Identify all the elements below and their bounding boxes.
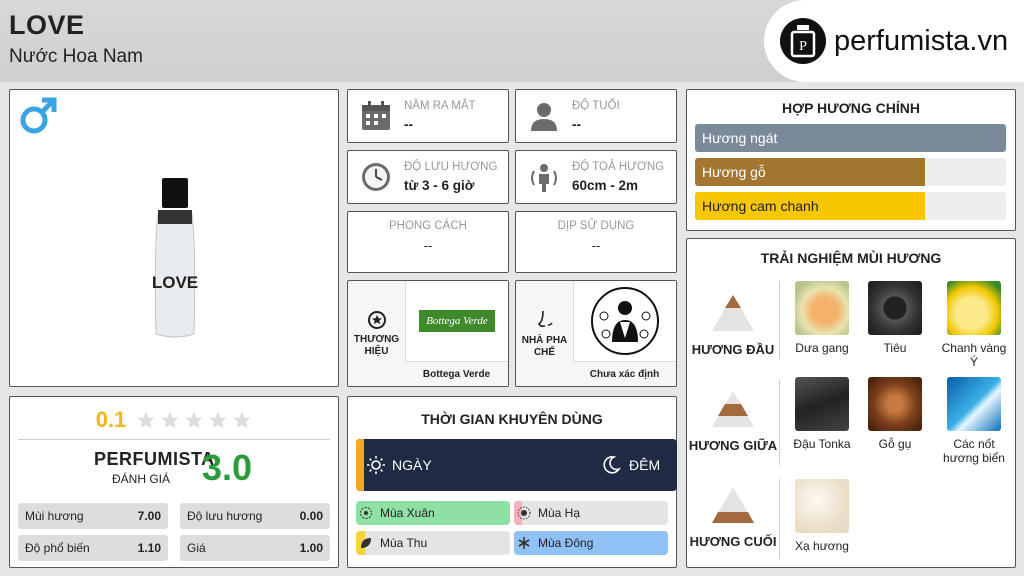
sillage-label: ĐỘ TOẢ HƯƠNG xyxy=(572,161,665,173)
sillage-icon xyxy=(528,161,560,198)
male-icon xyxy=(18,96,58,141)
age-value: -- xyxy=(572,117,581,132)
brand-label: THƯƠNG HIỆU xyxy=(353,333,400,357)
user-rating-value: 0.1 xyxy=(95,407,127,432)
perfumista-label: PERFUMISTA xyxy=(94,449,215,469)
note-item[interactable]: Các nốt hương biển xyxy=(939,377,1009,465)
perfume-bottle-logo-icon: P xyxy=(780,18,826,64)
logo-text: perfumista.vn xyxy=(834,24,1009,57)
metric-scent: Mùi hương 7.00 xyxy=(18,503,168,529)
tier-base: HƯƠNG CUỐI xyxy=(687,485,779,549)
product-bottle-image: LOVE xyxy=(150,176,200,346)
perfumer-label: NHÀ PHA CHẾ xyxy=(521,334,568,358)
rating-card: 0.1 PERFUMISTA ĐÁNH GIÁ 3.0 Mùi hương 7.0… xyxy=(9,396,339,568)
year-label: NĂM RA MẮT xyxy=(404,100,476,112)
user-rating: 0.1 xyxy=(10,407,338,433)
night-label: ĐÊM xyxy=(629,457,661,473)
flower-icon xyxy=(356,501,376,525)
accords-title: HỢP HƯƠNG CHÍNH xyxy=(782,100,920,116)
leaf-icon xyxy=(356,531,376,555)
info-age: ĐỘ TUỔI -- xyxy=(515,89,677,143)
clock-icon xyxy=(360,161,392,198)
sun-icon xyxy=(367,456,385,474)
product-image-card: LOVE xyxy=(9,89,339,387)
season-autumn: Mùa Thu xyxy=(356,531,510,555)
metric-longevity: Độ lưu hương 0.00 xyxy=(180,503,330,529)
note-item[interactable]: Gỗ gụ xyxy=(860,377,930,451)
style-value: -- xyxy=(423,238,433,253)
bottle-label: LOVE xyxy=(152,273,198,292)
page-title: LOVE xyxy=(9,10,85,40)
age-label: ĐỘ TUỔI xyxy=(572,100,620,112)
day-night-bar: NGÀY ĐÊM xyxy=(356,439,677,491)
season-winter: Mùa Đông xyxy=(514,531,668,555)
occasion-label: DỊP SỬ DỤNG xyxy=(557,220,635,232)
perfumista-sub: ĐÁNH GIÁ xyxy=(112,472,171,486)
divider xyxy=(779,379,780,465)
star-icon[interactable] xyxy=(160,410,180,430)
longevity-value: từ 3 - 6 giờ xyxy=(404,178,475,193)
accord-bar: Hương cam chanh xyxy=(695,192,1006,220)
calendar-icon xyxy=(360,100,392,137)
note-item[interactable]: Dưa gang xyxy=(787,281,857,355)
note-item[interactable]: Tiêu xyxy=(860,281,930,355)
sillage-value: 60cm - 2m xyxy=(572,178,639,193)
star-icon[interactable] xyxy=(208,410,228,430)
divider xyxy=(779,479,780,559)
accords-card: HỢP HƯƠNG CHÍNH Hương ngát Hương gỗ Hươn… xyxy=(686,89,1016,231)
brand-logo-image: Bottega Verde xyxy=(405,281,508,361)
info-style: PHONG CÁCH -- xyxy=(347,211,509,273)
accord-bar: Hương ngát xyxy=(695,124,1006,152)
metric-price: Giá 1.00 xyxy=(180,535,330,561)
tier-top: HƯƠNG ĐẦU xyxy=(687,293,779,357)
info-occasion: DỊP SỬ DỤNG -- xyxy=(515,211,677,273)
pyramid-base-icon xyxy=(712,487,754,523)
style-label: PHONG CÁCH xyxy=(389,220,467,232)
star-icon[interactable] xyxy=(184,410,204,430)
note-item[interactable]: Xạ hương xyxy=(787,479,857,553)
header: LOVE Nước Hoa Nam P perfumista.vn xyxy=(0,0,1024,82)
brand-name: Bottega Verde xyxy=(405,361,508,386)
season-summer: Mùa Hạ xyxy=(514,501,668,525)
pyramid-top-icon xyxy=(712,295,754,331)
perfumer-name: Chưa xác định xyxy=(573,361,676,386)
pyramid-middle-icon xyxy=(712,391,754,427)
divider xyxy=(18,439,330,440)
nose-icon xyxy=(537,310,553,327)
sun-icon xyxy=(514,501,534,525)
day-label: NGÀY xyxy=(392,457,432,473)
note-item[interactable]: Đậu Tonka xyxy=(787,377,857,451)
perfumista-score: 3.0 xyxy=(202,447,253,488)
svg-text:P: P xyxy=(799,39,807,54)
occasion-value: -- xyxy=(591,238,601,253)
page-subtitle: Nước Hoa Nam xyxy=(9,46,143,67)
moon-icon xyxy=(603,456,621,474)
tier-middle: HƯƠNG GIỮA xyxy=(687,389,779,453)
season-spring: Mùa Xuân xyxy=(356,501,510,525)
longevity-label: ĐỘ LƯU HƯƠNG xyxy=(404,161,498,173)
info-sillage: ĐỘ TOẢ HƯƠNG 60cm - 2m xyxy=(515,150,677,204)
info-longevity: ĐỘ LƯU HƯƠNG từ 3 - 6 giờ xyxy=(347,150,509,204)
info-year: NĂM RA MẮT -- xyxy=(347,89,509,143)
day-indicator xyxy=(356,439,364,491)
snowflake-icon xyxy=(514,531,534,555)
divider xyxy=(779,281,780,359)
star-icon[interactable] xyxy=(136,410,156,430)
brand-logo[interactable]: P perfumista.vn xyxy=(764,0,1024,82)
note-item[interactable]: Chanh vàng Ý xyxy=(939,281,1009,369)
brand-card[interactable]: THƯƠNG HIỆU Bottega Verde Bottega Verde xyxy=(347,280,509,387)
accord-bar: Hương gỗ xyxy=(695,158,1006,186)
year-value: -- xyxy=(404,117,413,132)
metric-popularity: Độ phổ biến 1.10 xyxy=(18,535,168,561)
person-icon xyxy=(528,100,560,137)
perfumer-card[interactable]: NHÀ PHA CHẾ Chưa xác định xyxy=(515,280,677,387)
brand-badge-icon xyxy=(367,310,386,329)
notes-card: TRẢI NGHIỆM MÙI HƯƠNG HƯƠNG ĐẦU Dưa gang… xyxy=(686,238,1016,568)
notes-title: TRẢI NGHIỆM MÙI HƯƠNG xyxy=(760,250,942,266)
star-icon[interactable] xyxy=(232,410,252,430)
timing-card: THỜI GIAN KHUYÊN DÙNG NGÀY ĐÊM Mùa Xuân … xyxy=(347,396,677,568)
timing-title: THỜI GIAN KHUYÊN DÙNG xyxy=(421,411,603,427)
perfumer-avatar xyxy=(573,281,676,361)
